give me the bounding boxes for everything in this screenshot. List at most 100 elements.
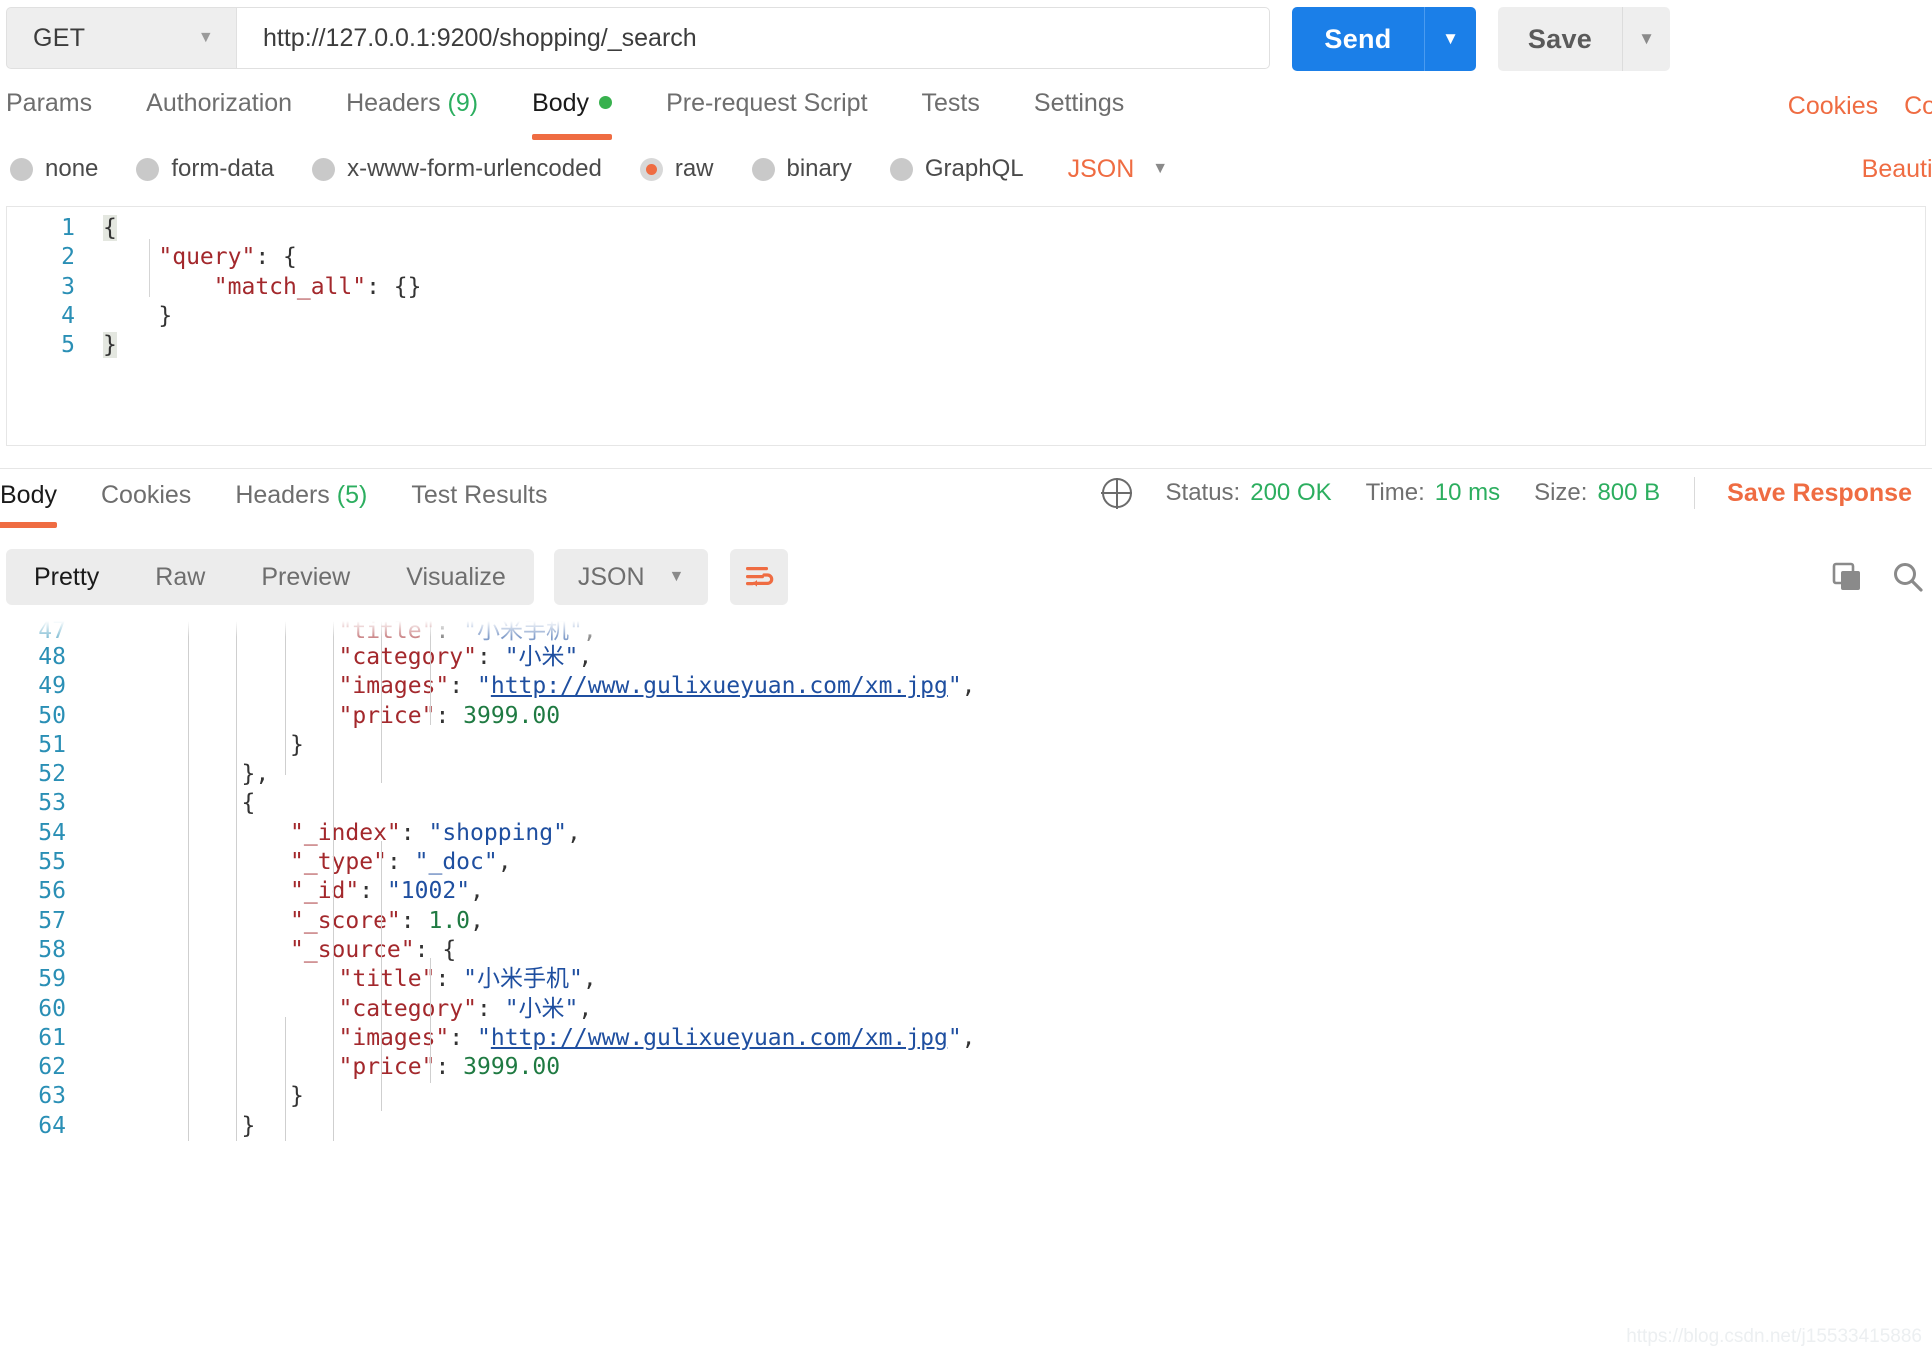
code-token: : <box>435 702 464 729</box>
code-token: : <box>386 849 415 876</box>
line-content: "title": "小米手机", <box>66 965 597 994</box>
status-value: 200 OK <box>1250 479 1332 506</box>
body-type-graphql[interactable]: GraphQL <box>889 155 1024 183</box>
line-content: "_index": "shopping", <box>66 819 581 848</box>
code-token[interactable]: http://www.gulixueyuan.com/xm.jpg <box>491 673 948 699</box>
code-token: "title" <box>338 966 436 993</box>
code-token: , <box>961 673 976 700</box>
beautify-button[interactable]: Beautify <box>1862 155 1932 184</box>
tab-label: Test Results <box>411 480 548 509</box>
request-body-editor[interactable]: 1{2 "query": {3 "match_all": {} 4 } 5} <box>6 206 1926 446</box>
code-token: "_type" <box>290 849 387 876</box>
code-token: : <box>435 966 464 993</box>
radio-label: binary <box>786 155 852 182</box>
request-tab-pre-request-script[interactable]: Pre-request Script <box>666 89 867 130</box>
line-number: 53 <box>38 790 66 817</box>
code-token: "images" <box>338 673 450 700</box>
tab-label: Settings <box>1033 88 1125 117</box>
code-token: { <box>442 936 457 963</box>
code-token: , <box>470 878 484 905</box>
body-type-binary[interactable]: binary <box>751 155 852 183</box>
response-code-line: 57 "_score": 1.0, <box>0 907 1932 936</box>
link-cookies[interactable]: Cookies <box>1788 92 1878 121</box>
line-content: "images": "http://www.gulixueyuan.com/xm… <box>66 672 976 701</box>
tab-label: Headers <box>235 480 330 509</box>
line-content: } <box>66 731 304 760</box>
save-button[interactable]: Save <box>1498 7 1622 71</box>
tab-label: Params <box>6 88 93 117</box>
save-response-button[interactable]: Save Response <box>1727 479 1912 508</box>
view-mode-pretty[interactable]: Pretty <box>6 563 127 592</box>
code-token: , <box>578 995 593 1022</box>
code-token: { <box>241 790 256 817</box>
response-tab-test-results[interactable]: Test Results <box>411 481 547 524</box>
send-button-group: Send ▼ <box>1292 7 1476 71</box>
code-token: , <box>961 1024 976 1051</box>
save-options-caret-icon[interactable]: ▼ <box>1622 7 1670 71</box>
line-number: 51 <box>38 731 66 758</box>
raw-format-select[interactable]: JSON ▼ <box>1068 155 1169 184</box>
response-code-line: 54 "_index": "shopping", <box>0 819 1932 848</box>
chevron-down-icon: ▼ <box>668 568 685 585</box>
line-content: { <box>66 789 256 818</box>
tab-label: Pre-request Script <box>666 88 868 117</box>
tab-label: Body <box>0 480 57 509</box>
code-token: 3999.00 <box>463 702 561 729</box>
request-tab-headers[interactable]: Headers (9) <box>346 89 478 130</box>
view-mode-preview[interactable]: Preview <box>233 563 378 592</box>
word-wrap-toggle-button[interactable] <box>730 549 789 605</box>
response-tab-cookies[interactable]: Cookies <box>101 481 191 524</box>
code-token: " <box>947 673 962 700</box>
body-type-none[interactable]: none <box>10 155 98 183</box>
line-content: "category": "小米", <box>66 643 593 672</box>
radio-label: none <box>45 155 99 182</box>
line-number: 61 <box>38 1024 66 1051</box>
request-tab-tests[interactable]: Tests <box>922 89 980 130</box>
link-cod[interactable]: Cod <box>1904 92 1932 121</box>
request-tab-params[interactable]: Params <box>6 89 92 130</box>
line-content: "match_all": {} <box>213 273 422 300</box>
search-icon[interactable] <box>1890 560 1924 594</box>
response-meta-group: Status: 200 OK Time: 10 ms Size: 800 B S… <box>1101 477 1932 509</box>
code-token: "shopping" <box>428 819 567 846</box>
code-token: : <box>476 995 505 1022</box>
code-token[interactable]: http://www.gulixueyuan.com/xm.jpg <box>491 1025 948 1051</box>
line-content: "_score": 1.0, <box>66 907 484 936</box>
copy-icon[interactable] <box>1830 560 1864 594</box>
body-type-raw[interactable]: raw <box>639 155 714 183</box>
send-button[interactable]: Send <box>1292 7 1424 71</box>
http-method-select[interactable]: GET ▼ <box>6 7 236 69</box>
response-body-viewer[interactable]: 47"title": "小米手机",48"category": "小米",49"… <box>0 621 1932 1141</box>
response-code-line: 62 "price": 3999.00 <box>0 1053 1932 1082</box>
view-mode-visualize[interactable]: Visualize <box>378 563 534 592</box>
response-tab-headers[interactable]: Headers (5) <box>235 481 367 524</box>
request-tab-authorization[interactable]: Authorization <box>146 89 292 130</box>
body-type-x-www-form-urlencoded[interactable]: x-www-form-urlencoded <box>312 155 602 183</box>
radio-icon <box>639 157 663 181</box>
code-token: : <box>359 878 387 905</box>
view-mode-raw[interactable]: Raw <box>127 563 233 592</box>
code-token: } <box>290 1083 304 1110</box>
code-token: : <box>414 936 443 963</box>
response-format-select[interactable]: JSON ▼ <box>553 549 709 605</box>
request-tab-settings[interactable]: Settings <box>1034 89 1124 130</box>
response-top-fade <box>0 621 1932 637</box>
line-content: "_source": { <box>66 936 456 965</box>
response-tab-body[interactable]: Body <box>0 480 57 528</box>
tab-label: Body <box>532 88 590 117</box>
code-token: "price" <box>338 702 436 729</box>
send-options-caret-icon[interactable]: ▼ <box>1424 7 1476 71</box>
body-type-form-data[interactable]: form-data <box>136 155 274 183</box>
tab-label: Tests <box>921 88 980 117</box>
code-token: "images" <box>338 1024 450 1051</box>
url-input[interactable]: http://127.0.0.1:9200/shopping/_search <box>236 7 1270 69</box>
request-tab-body[interactable]: Body <box>532 88 613 140</box>
line-number: 49 <box>38 673 66 700</box>
radio-label: form-data <box>171 155 275 182</box>
response-code-line: 53 { <box>0 789 1932 818</box>
code-token: : <box>449 1024 477 1051</box>
response-code-line: 56 "_id": "1002", <box>0 877 1932 906</box>
code-token: " <box>476 1024 491 1051</box>
line-number: 50 <box>38 702 66 729</box>
code-token: }, <box>241 761 270 788</box>
